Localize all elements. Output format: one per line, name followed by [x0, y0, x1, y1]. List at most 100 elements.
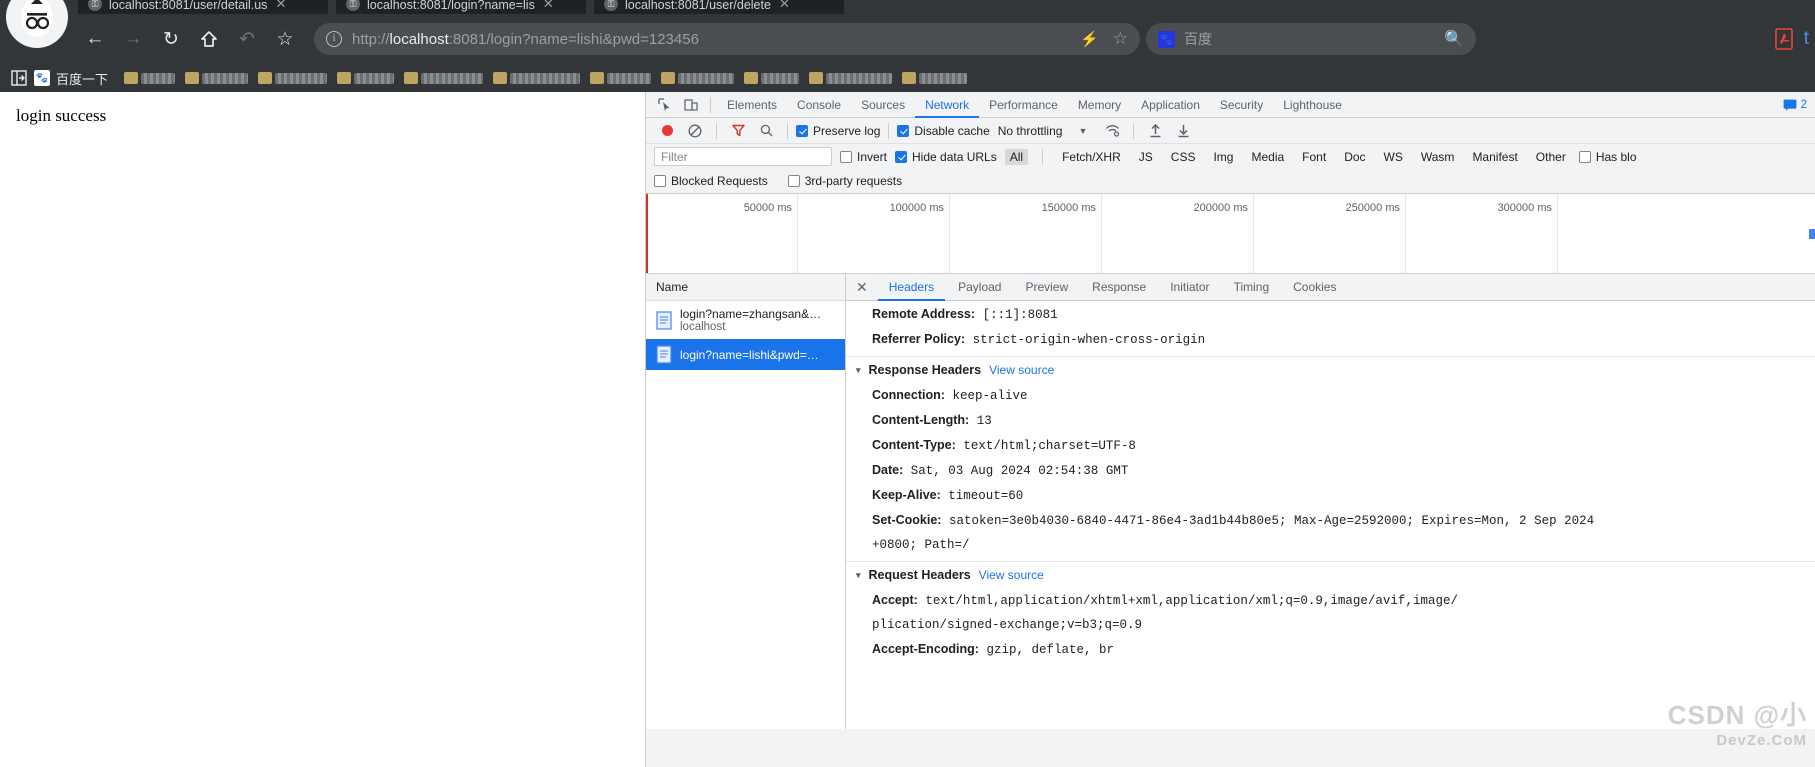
bookmark-item-redacted[interactable]: [404, 72, 484, 84]
bookmark-item-baidu[interactable]: 百度一下: [56, 69, 108, 88]
devtools-tab-console[interactable]: Console: [787, 92, 851, 118]
devtools-tab-lighthouse[interactable]: Lighthouse: [1273, 92, 1352, 118]
type-filter-doc[interactable]: Doc: [1339, 149, 1370, 165]
close-icon[interactable]: ✕: [275, 0, 286, 12]
close-icon[interactable]: ✕: [543, 0, 554, 12]
device-toolbar-icon[interactable]: [678, 94, 704, 116]
network-conditions-icon[interactable]: [1099, 120, 1125, 142]
bookmark-item-redacted[interactable]: [337, 72, 395, 84]
bookmark-item-redacted[interactable]: [185, 72, 249, 84]
close-icon[interactable]: ✕: [856, 279, 868, 296]
detail-tab-headers[interactable]: Headers: [878, 274, 945, 301]
filter-funnel-icon[interactable]: [725, 120, 751, 142]
overview-tick: 300000 ms: [1406, 194, 1558, 273]
view-source-link[interactable]: View source: [989, 363, 1054, 377]
third-party-requests-checkbox[interactable]: 3rd-party requests: [787, 174, 902, 188]
devtools-tab-elements[interactable]: Elements: [717, 92, 787, 118]
bookmark-manager-icon[interactable]: [10, 69, 28, 87]
throttling-select[interactable]: No throttling: [998, 124, 1063, 138]
address-bar-url: http://localhost:8081/login?name=lishi&p…: [352, 31, 699, 48]
home-button[interactable]: [192, 22, 226, 56]
bookmark-item-redacted[interactable]: [661, 72, 735, 84]
reload-button[interactable]: ↻: [154, 22, 188, 56]
type-filter-manifest[interactable]: Manifest: [1467, 149, 1522, 165]
header-value: Sat, 03 Aug 2024 02:54:38 GMT: [910, 464, 1129, 478]
back-button[interactable]: ←: [78, 22, 112, 56]
blocked-requests-checkbox[interactable]: Blocked Requests: [654, 174, 768, 188]
search-icon[interactable]: 🔍: [1444, 29, 1464, 49]
import-har-icon[interactable]: [1142, 120, 1168, 142]
request-list: Name login?name=zhangsan&… localhost log…: [646, 274, 846, 729]
devtools-tab-sources[interactable]: Sources: [851, 92, 915, 118]
forward-button[interactable]: →: [116, 22, 150, 56]
type-filter-css[interactable]: CSS: [1166, 149, 1201, 165]
request-headers-section[interactable]: ▾ Request Headers View source: [846, 561, 1815, 588]
close-icon[interactable]: ✕: [779, 0, 790, 12]
type-filter-img[interactable]: Img: [1208, 149, 1238, 165]
hide-data-urls-checkbox[interactable]: Hide data URLs: [895, 150, 997, 164]
browser-tab-2[interactable]: ⚿ localhost:8081/user/delete ✕: [594, 0, 844, 14]
detail-tab-preview[interactable]: Preview: [1014, 274, 1079, 301]
bookmark-item-redacted[interactable]: [809, 72, 893, 84]
network-body: Name login?name=zhangsan&… localhost log…: [646, 274, 1815, 729]
devtools-tab-security[interactable]: Security: [1210, 92, 1273, 118]
bookmark-item-redacted[interactable]: [258, 72, 328, 84]
type-filter-ws[interactable]: WS: [1379, 149, 1408, 165]
detail-tab-payload[interactable]: Payload: [947, 274, 1012, 301]
type-filter-all[interactable]: All: [1004, 148, 1029, 165]
browser-tab-0[interactable]: ⚿ localhost:8081/user/detail.us ✕: [78, 0, 328, 14]
devtools-tab-network[interactable]: Network: [915, 92, 979, 118]
response-headers-section[interactable]: ▾ Response Headers View source: [846, 356, 1815, 383]
type-filter-wasm[interactable]: Wasm: [1416, 149, 1460, 165]
network-filter-bar: Filter Invert Hide data URLs All Fetch/X…: [646, 144, 1815, 169]
undo-button[interactable]: ↶: [230, 22, 264, 56]
devtools-tab-performance[interactable]: Performance: [979, 92, 1068, 118]
type-filter-media[interactable]: Media: [1246, 149, 1289, 165]
view-source-link[interactable]: View source: [979, 568, 1044, 582]
network-filter-bar-2: Blocked Requests 3rd-party requests: [646, 169, 1815, 194]
bookmark-item-redacted[interactable]: [902, 72, 968, 84]
detail-tab-timing[interactable]: Timing: [1223, 274, 1281, 301]
folder-icon: [337, 72, 352, 84]
lightning-icon[interactable]: ⚡: [1080, 30, 1099, 48]
request-list-header[interactable]: Name: [646, 274, 845, 301]
clear-icon[interactable]: [682, 120, 708, 142]
has-blocked-checkbox[interactable]: Has blo: [1578, 150, 1637, 164]
filter-input[interactable]: Filter: [654, 147, 832, 166]
search-input[interactable]: 百度: [1184, 29, 1212, 49]
search-box[interactable]: 🐾 百度 🔍: [1146, 23, 1476, 55]
bookmark-item-redacted[interactable]: [124, 72, 176, 84]
type-filter-font[interactable]: Font: [1297, 149, 1331, 165]
pdf-icon[interactable]: [1774, 28, 1794, 50]
devtools-tab-application[interactable]: Application: [1131, 92, 1210, 118]
preserve-log-checkbox[interactable]: Preserve log: [796, 124, 880, 138]
disable-cache-checkbox[interactable]: Disable cache: [897, 124, 990, 138]
bookmark-item-redacted[interactable]: [744, 72, 800, 84]
network-overview-timeline[interactable]: 50000 ms 100000 ms 150000 ms 200000 ms 2…: [646, 194, 1815, 274]
request-row-0[interactable]: login?name=zhangsan&… localhost: [646, 301, 845, 339]
type-filter-other[interactable]: Other: [1531, 149, 1571, 165]
bookmark-item-redacted[interactable]: [590, 72, 652, 84]
browser-tab-1[interactable]: ⚿ localhost:8081/login?name=lis ✕: [336, 0, 586, 14]
bookmark-star-button[interactable]: ☆: [268, 22, 302, 56]
header-value: text/html;charset=UTF-8: [963, 439, 1136, 453]
inspect-cursor-icon[interactable]: [652, 94, 678, 116]
message-badge[interactable]: 2: [1783, 99, 1807, 111]
t-icon[interactable]: t: [1804, 28, 1809, 50]
export-har-icon[interactable]: [1170, 120, 1196, 142]
type-filter-fetch-xhr[interactable]: Fetch/XHR: [1057, 149, 1126, 165]
request-row-1[interactable]: login?name=lishi&pwd=…: [646, 339, 845, 370]
invert-checkbox[interactable]: Invert: [840, 150, 887, 164]
info-icon[interactable]: i: [326, 31, 342, 47]
type-filter-js[interactable]: JS: [1134, 149, 1158, 165]
chevron-down-icon[interactable]: ▼: [1078, 126, 1087, 136]
record-icon[interactable]: [654, 120, 680, 142]
detail-tab-response[interactable]: Response: [1081, 274, 1157, 301]
detail-tab-initiator[interactable]: Initiator: [1159, 274, 1220, 301]
devtools-tab-memory[interactable]: Memory: [1068, 92, 1131, 118]
bookmark-item-redacted[interactable]: [493, 72, 581, 84]
detail-tab-cookies[interactable]: Cookies: [1282, 274, 1347, 301]
search-icon[interactable]: [753, 120, 779, 142]
star-icon[interactable]: ☆: [1113, 29, 1128, 49]
address-bar[interactable]: i http://localhost:8081/login?name=lishi…: [314, 23, 1140, 55]
